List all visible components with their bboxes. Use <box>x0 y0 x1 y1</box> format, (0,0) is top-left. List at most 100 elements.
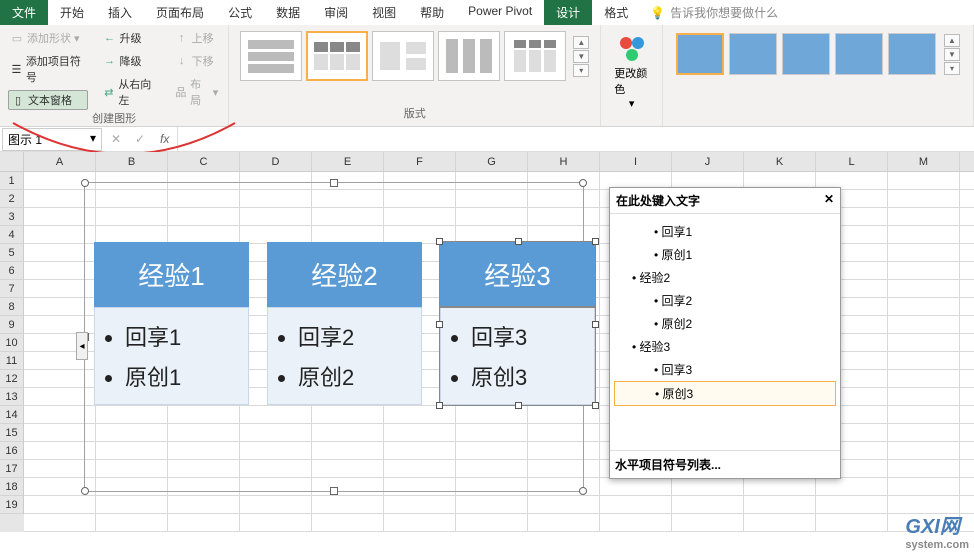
col-header[interactable]: J <box>672 152 744 171</box>
layout-option-2[interactable] <box>306 31 368 81</box>
tell-me-search[interactable]: 💡 告诉我你想要做什么 <box>640 0 974 25</box>
close-icon[interactable]: ✕ <box>824 192 834 209</box>
shape-handle[interactable] <box>592 402 599 409</box>
move-up-button[interactable]: ↑上移 <box>173 28 221 48</box>
row-header[interactable]: 2 <box>0 190 24 208</box>
row-header[interactable]: 15 <box>0 424 24 442</box>
chevron-down-icon[interactable]: ▾ <box>90 131 96 148</box>
col-header[interactable]: G <box>456 152 528 171</box>
select-all-corner[interactable] <box>0 152 24 171</box>
layout-button[interactable]: 品布局 ▾ <box>173 74 221 110</box>
resize-handle[interactable] <box>330 179 338 187</box>
style-option-1[interactable] <box>676 33 724 75</box>
text-pane-item[interactable]: • 原创1 <box>614 243 836 266</box>
text-pane-item[interactable]: • 原创2 <box>614 312 836 335</box>
text-pane-item[interactable]: • 回享1 <box>614 220 836 243</box>
text-pane-item[interactable]: • 原创3 <box>614 381 836 406</box>
row-header[interactable]: 17 <box>0 460 24 478</box>
col-header[interactable]: H <box>528 152 600 171</box>
shape-handle[interactable] <box>436 238 443 245</box>
tab-page-layout[interactable]: 页面布局 <box>144 0 216 25</box>
style-option-3[interactable] <box>782 33 830 75</box>
shape-handle[interactable] <box>592 321 599 328</box>
tab-data[interactable]: 数据 <box>264 0 312 25</box>
tab-insert[interactable]: 插入 <box>96 0 144 25</box>
resize-handle[interactable] <box>579 487 587 495</box>
add-bullet-button[interactable]: ☰添加项目符号 <box>8 51 88 87</box>
col-header[interactable]: M <box>888 152 960 171</box>
col-header[interactable]: A <box>24 152 96 171</box>
move-down-button[interactable]: ↓下移 <box>173 51 221 71</box>
resize-handle[interactable] <box>81 179 89 187</box>
row-header[interactable]: 1 <box>0 172 24 190</box>
row-header[interactable]: 9 <box>0 316 24 334</box>
shape-handle[interactable] <box>515 238 522 245</box>
row-header[interactable]: 19 <box>0 496 24 514</box>
style-option-2[interactable] <box>729 33 777 75</box>
resize-handle[interactable] <box>81 487 89 495</box>
gallery-more-icon[interactable]: ▾ <box>573 64 589 77</box>
row-header[interactable]: 16 <box>0 442 24 460</box>
tab-review[interactable]: 审阅 <box>312 0 360 25</box>
style-option-4[interactable] <box>835 33 883 75</box>
shape-handle[interactable] <box>436 402 443 409</box>
rtl-button[interactable]: ⇄从右向左 <box>100 74 160 110</box>
resize-handle[interactable] <box>579 179 587 187</box>
row-header[interactable]: 14 <box>0 406 24 424</box>
text-pane-window[interactable]: 在此处键入文字 ✕ • 回享1• 原创1• 经验2• 回享2• 原创2• 经验3… <box>609 187 841 479</box>
col-header[interactable]: D <box>240 152 312 171</box>
row-header[interactable]: 11 <box>0 352 24 370</box>
text-pane-toggle[interactable]: ◂ <box>76 332 88 360</box>
add-shape-button[interactable]: ▭添加形状 ▾ <box>8 28 88 48</box>
tab-formulas[interactable]: 公式 <box>216 0 264 25</box>
text-pane-item[interactable]: • 回享3 <box>614 358 836 381</box>
accept-icon[interactable]: ✓ <box>128 132 152 146</box>
row-header[interactable]: 3 <box>0 208 24 226</box>
cells-area[interactable]: ◂ 经验1 回享1 原创1 经验2 回享2 原创2 <box>24 172 974 532</box>
formula-input[interactable] <box>177 127 974 151</box>
text-pane-button[interactable]: ▯文本窗格 <box>8 90 88 110</box>
text-pane-body[interactable]: • 回享1• 原创1• 经验2• 回享2• 原创2• 经验3• 回享3• 原创3 <box>610 214 840 450</box>
text-pane-item[interactable]: • 经验2 <box>614 266 836 289</box>
col-header[interactable]: E <box>312 152 384 171</box>
shape-handle[interactable] <box>592 238 599 245</box>
layout-option-4[interactable] <box>438 31 500 81</box>
col-header[interactable]: L <box>816 152 888 171</box>
text-pane-item[interactable]: • 回享2 <box>614 289 836 312</box>
tab-view[interactable]: 视图 <box>360 0 408 25</box>
fx-label[interactable]: fx <box>152 132 177 146</box>
col-header[interactable]: B <box>96 152 168 171</box>
row-header[interactable]: 8 <box>0 298 24 316</box>
row-header[interactable]: 10 <box>0 334 24 352</box>
name-box[interactable]: 图示 1▾ <box>2 128 102 151</box>
col-header[interactable]: C <box>168 152 240 171</box>
smartart-block-2[interactable]: 经验2 回享2 原创2 <box>267 242 422 405</box>
col-header[interactable]: I <box>600 152 672 171</box>
row-header[interactable]: 13 <box>0 388 24 406</box>
gallery-spinner[interactable]: ▲▼▾ <box>573 36 589 77</box>
tab-powerpivot[interactable]: Power Pivot <box>456 0 544 25</box>
row-header[interactable]: 7 <box>0 280 24 298</box>
col-header[interactable]: K <box>744 152 816 171</box>
promote-button[interactable]: ←升级 <box>100 28 160 48</box>
style-spinner[interactable]: ▲▼▾ <box>944 34 960 75</box>
smartart-block-1[interactable]: 经验1 回享1 原创1 <box>94 242 249 405</box>
row-header[interactable]: 4 <box>0 226 24 244</box>
tab-help[interactable]: 帮助 <box>408 0 456 25</box>
row-header[interactable]: 18 <box>0 478 24 496</box>
tab-format[interactable]: 格式 <box>592 0 640 25</box>
row-header[interactable]: 12 <box>0 370 24 388</box>
shape-handle[interactable] <box>515 402 522 409</box>
tab-file[interactable]: 文件 <box>0 0 48 25</box>
cancel-icon[interactable]: ✕ <box>104 132 128 146</box>
row-header[interactable]: 6 <box>0 262 24 280</box>
layout-option-3[interactable] <box>372 31 434 81</box>
layout-option-1[interactable] <box>240 31 302 81</box>
text-pane-item[interactable]: • 经验3 <box>614 335 836 358</box>
layout-option-5[interactable] <box>504 31 566 81</box>
resize-handle[interactable] <box>330 487 338 495</box>
gallery-down-icon[interactable]: ▼ <box>573 50 589 63</box>
style-option-5[interactable] <box>888 33 936 75</box>
change-colors-button[interactable]: 更改颜色 ▾ <box>609 28 654 115</box>
tab-design[interactable]: 设计 <box>544 0 592 25</box>
